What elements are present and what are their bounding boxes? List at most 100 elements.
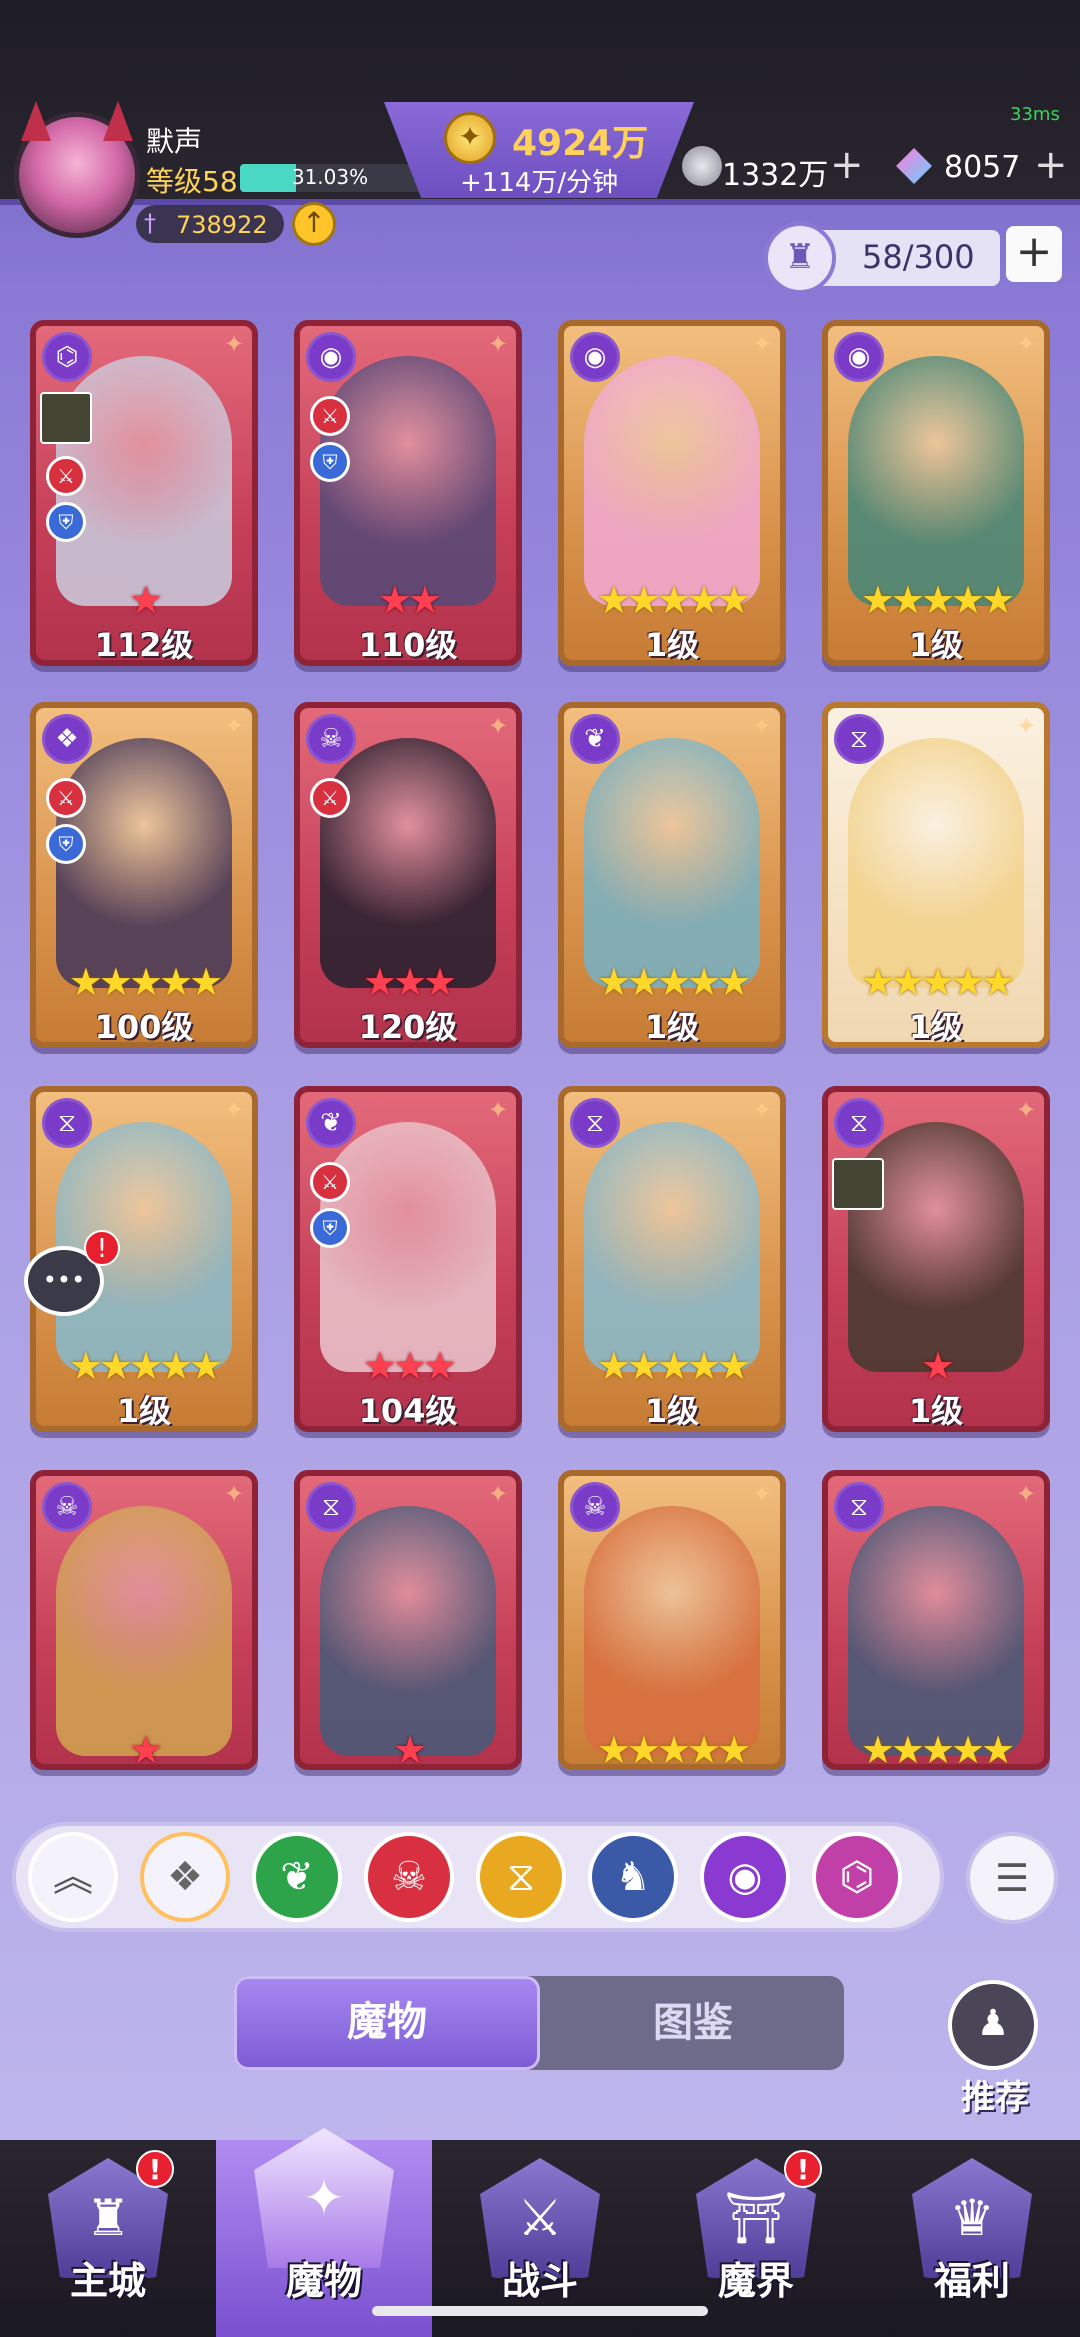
- chat-icon[interactable]: ••• !: [24, 1230, 120, 1316]
- equipped-thumbnail: [40, 392, 92, 444]
- corner-decoration-icon: ✦: [1015, 712, 1037, 740]
- player-level: 等级58: [146, 165, 238, 198]
- star-rating: ★: [392, 1728, 427, 1770]
- monster-card[interactable]: ✦ ⧖ ★ 1级: [822, 1086, 1050, 1432]
- corner-decoration-icon: ✦: [751, 712, 773, 740]
- filter-chaos-icon[interactable]: ⌬: [812, 1832, 902, 1922]
- monster-card[interactable]: ✦ ⌬ ⚔ ⛨ ★ 112级: [30, 320, 258, 666]
- sword-icon: †: [144, 209, 156, 237]
- corner-decoration-icon: ✦: [751, 330, 773, 358]
- power-display: † 738922: [136, 205, 284, 243]
- faction-icon: ❦: [570, 714, 620, 764]
- monster-card[interactable]: ✦ ◉ ★★★★★ 1级: [822, 320, 1050, 666]
- monster-portrait: [584, 1122, 760, 1372]
- corner-decoration-icon: ✦: [223, 330, 245, 358]
- add-gem-button[interactable]: +: [1034, 142, 1068, 188]
- nav-item[interactable]: ♜ 主城!: [0, 2140, 216, 2337]
- filter-all-icon[interactable]: ❖: [140, 1832, 230, 1922]
- monster-level: 104级: [358, 1392, 458, 1430]
- tab-handbook[interactable]: 图鉴: [542, 1976, 844, 2070]
- nav-label: 战斗: [501, 2259, 578, 2303]
- corner-decoration-icon: ✦: [487, 712, 509, 740]
- gold-rate: +114万/分钟: [460, 168, 619, 198]
- filter-demon-icon[interactable]: ☠: [364, 1832, 454, 1922]
- home-indicator: [372, 2306, 708, 2316]
- nav-icon: ✦: [254, 2128, 394, 2268]
- add-capacity-button[interactable]: +: [1006, 226, 1062, 282]
- sword-icon: ⚔: [310, 396, 350, 436]
- monster-card[interactable]: ✦ ☠ ★★★★★: [558, 1470, 786, 1770]
- monster-card[interactable]: ✦ ❦ ★★★★★ 1级: [558, 702, 786, 1048]
- monster-portrait: [320, 738, 496, 988]
- star-rating: ★★★★★: [68, 1344, 223, 1388]
- sword-icon: ⚔: [46, 778, 86, 818]
- nav-label: 福利: [933, 2259, 1010, 2303]
- star-rating: ★★★: [362, 960, 457, 1004]
- nav-alert-icon: !: [784, 2150, 822, 2188]
- power-up-button[interactable]: ↑: [292, 202, 336, 246]
- filter-collapse-icon[interactable]: ︽: [28, 1832, 118, 1922]
- monster-capacity-icon: ♜: [764, 222, 836, 294]
- tab-monster[interactable]: 魔物: [234, 1976, 540, 2070]
- faction-icon: ⧖: [834, 714, 884, 764]
- chat-alert-icon: !: [84, 1230, 120, 1266]
- monster-portrait: [584, 1506, 760, 1756]
- nav-item[interactable]: ♛ 福利: [864, 2140, 1080, 2337]
- shield-icon: ⛨: [46, 824, 86, 864]
- recommend-icon[interactable]: ♟: [948, 1980, 1038, 2070]
- monster-level: 1级: [644, 1392, 700, 1430]
- ping-indicator: 33ms: [1010, 104, 1060, 125]
- monster-portrait: [584, 738, 760, 988]
- faction-icon: ❖: [42, 714, 92, 764]
- star-rating: ★★★★★: [860, 960, 1015, 1004]
- exp-bar: 31.03%: [240, 164, 420, 192]
- nav-label: 魔界: [717, 2259, 794, 2303]
- monster-portrait: [56, 738, 232, 988]
- sword-icon: ⚔: [310, 1162, 350, 1202]
- monster-portrait: [320, 1506, 496, 1756]
- shield-icon: ⛨: [46, 502, 86, 542]
- faction-icon: ⧖: [834, 1098, 884, 1148]
- gem-value: 8057: [944, 150, 1021, 185]
- monster-level: 112级: [94, 626, 194, 664]
- nav-label: 魔物: [285, 2259, 362, 2303]
- faction-icon: ⧖: [570, 1098, 620, 1148]
- monster-card[interactable]: ✦ ❖ ⚔ ⛨ ★★★★★ 100级: [30, 702, 258, 1048]
- star-rating: ★★★★★: [860, 578, 1015, 622]
- monster-card[interactable]: ✦ ◉ ★★★★★ 1级: [558, 320, 786, 666]
- monster-level: 1级: [908, 1392, 964, 1430]
- monster-card[interactable]: ✦ ☠ ★: [30, 1470, 258, 1770]
- monster-card[interactable]: ✦ ⧖ ★★★★★ 1级: [558, 1086, 786, 1432]
- player-avatar[interactable]: [14, 101, 140, 238]
- filter-nature-icon[interactable]: ❦: [252, 1832, 342, 1922]
- monster-level: 1级: [644, 626, 700, 664]
- monster-card[interactable]: ✦ ❦ ⚔ ⛨ ★★★ 104级: [294, 1086, 522, 1432]
- monster-card[interactable]: ✦ ⧖ ★★★★★ 1级: [822, 702, 1050, 1048]
- power-value: 738922: [176, 211, 268, 239]
- corner-decoration-icon: ✦: [1015, 330, 1037, 358]
- monster-card[interactable]: ✦ ⧖ ★: [294, 1470, 522, 1770]
- monster-card[interactable]: ✦ ☠ ⚔ ★★★ 120级: [294, 702, 522, 1048]
- add-silver-button[interactable]: +: [830, 142, 864, 188]
- capacity-value: 58/300: [862, 238, 975, 276]
- nav-alert-icon: !: [136, 2150, 174, 2188]
- faction-icon: ⧖: [834, 1482, 884, 1532]
- faction-icon: ⧖: [42, 1098, 92, 1148]
- filter-dragon-icon[interactable]: ♞: [588, 1832, 678, 1922]
- monster-card[interactable]: ✦ ◉ ⚔ ⛨ ★★ 110级: [294, 320, 522, 666]
- corner-decoration-icon: ✦: [487, 1096, 509, 1124]
- recommend-label[interactable]: 推荐: [940, 2070, 1050, 2119]
- star-rating: ★: [128, 578, 163, 622]
- corner-decoration-icon: ✦: [223, 1096, 245, 1124]
- filter-eye-icon[interactable]: ◉: [700, 1832, 790, 1922]
- faction-icon: ⌬: [42, 332, 92, 382]
- faction-icon: ◉: [570, 332, 620, 382]
- sort-button[interactable]: ☰: [966, 1832, 1058, 1924]
- filter-time-icon[interactable]: ⧖: [476, 1832, 566, 1922]
- equipped-thumbnail: [832, 1158, 884, 1210]
- monster-card[interactable]: ✦ ⧖ ★★★★★: [822, 1470, 1050, 1770]
- monster-level: 110级: [358, 626, 458, 664]
- corner-decoration-icon: ✦: [487, 330, 509, 358]
- corner-decoration-icon: ✦: [223, 1480, 245, 1508]
- corner-decoration-icon: ✦: [1015, 1480, 1037, 1508]
